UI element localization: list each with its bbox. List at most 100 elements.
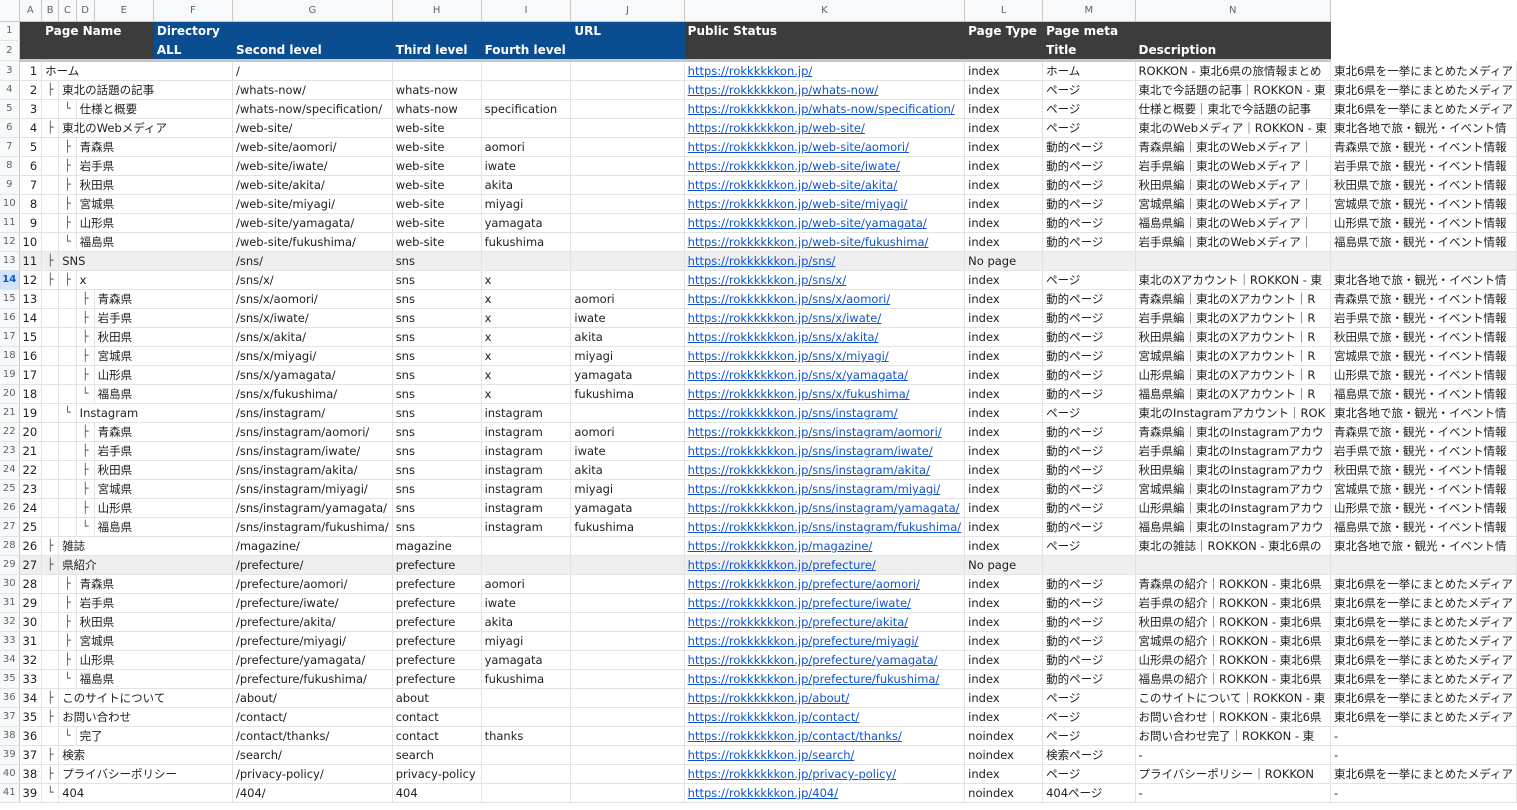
url-link[interactable]: https://rokkkkkkon.jp/web-site/yamagata/ — [688, 216, 927, 230]
cell-meta-description[interactable]: - — [1330, 745, 1517, 765]
row-number[interactable]: 37 — [0, 707, 20, 727]
row-number[interactable]: 19 — [0, 365, 20, 385]
cell-second-level[interactable]: web-site — [392, 213, 482, 233]
cell-meta-description[interactable]: - — [1330, 783, 1517, 803]
cell-meta-title[interactable]: 山形県編｜東北のXアカウント｜R — [1135, 365, 1331, 385]
cell-meta-title[interactable]: お問い合わせ完了｜ROKKON - 東 — [1135, 726, 1331, 746]
cell-second-level[interactable]: sns — [392, 365, 482, 385]
cell-second-level[interactable]: privacy-policy — [392, 764, 482, 784]
cell-index[interactable]: 24 — [19, 498, 43, 518]
cell-dir-all[interactable]: /prefecture/miyagi/ — [232, 631, 393, 651]
cell-url[interactable]: https://rokkkkkkon.jp/sns/instagram/miya… — [684, 479, 966, 499]
cell-page-type[interactable]: 動的ページ — [1042, 593, 1136, 613]
cell-meta-description[interactable]: 山形県で旅・観光・イベント情報 — [1330, 365, 1517, 385]
cell-fourth-level[interactable]: iwate — [570, 308, 685, 328]
url-link[interactable]: https://rokkkkkkon.jp/web-site/iwate/ — [688, 159, 900, 173]
cell-page-name[interactable]: ホーム — [41, 60, 233, 81]
cell-public-status[interactable]: index — [964, 441, 1044, 461]
cell-meta-description[interactable]: 青森県で旅・観光・イベント情報 — [1330, 137, 1517, 157]
cell-meta-title[interactable]: 仕様と概要｜東北で今話題の記事 — [1135, 99, 1331, 119]
cell-fourth-level[interactable] — [570, 555, 685, 575]
cell-third-level[interactable]: x — [481, 270, 572, 290]
row-number[interactable]: 14 — [0, 270, 20, 290]
cell-page-name[interactable]: 404 — [58, 783, 233, 803]
cell-page-type[interactable]: ページ — [1042, 688, 1136, 708]
cell-second-level[interactable]: magazine — [392, 536, 482, 556]
url-link[interactable]: https://rokkkkkkon.jp/sns/x/akita/ — [688, 330, 879, 344]
cell-meta-description[interactable]: 東北各地で旅・観光・イベント情 — [1330, 270, 1517, 290]
row-number[interactable]: 41 — [0, 783, 20, 803]
cell-public-status[interactable]: index — [964, 669, 1044, 689]
cell-meta-title[interactable]: 青森県編｜東北のXアカウント｜R — [1135, 289, 1331, 309]
cell-second-level[interactable]: whats-now — [392, 99, 482, 119]
cell-page-name[interactable]: お問い合わせ — [58, 707, 233, 727]
cell-second-level[interactable]: contact — [392, 707, 482, 727]
cell-page-name[interactable]: 山形県 — [94, 498, 233, 518]
cell-fourth-level[interactable]: aomori — [570, 289, 685, 309]
cell-page-name[interactable]: 山形県 — [76, 213, 233, 233]
cell-third-level[interactable] — [481, 707, 572, 727]
cell-dir-all[interactable]: /sns/x/miyagi/ — [232, 346, 393, 366]
cell-public-status[interactable]: noindex — [964, 783, 1044, 803]
cell-public-status[interactable]: No page — [964, 251, 1044, 271]
cell-third-level[interactable]: yamagata — [481, 650, 572, 670]
cell-third-level[interactable]: x — [481, 365, 572, 385]
column-header[interactable]: D — [76, 0, 95, 22]
cell-index[interactable]: 31 — [19, 631, 43, 651]
row-number[interactable]: 6 — [0, 118, 20, 138]
cell-public-status[interactable]: index — [964, 346, 1044, 366]
row-number[interactable]: 22 — [0, 422, 20, 442]
cell-fourth-level[interactable] — [570, 764, 685, 784]
cell-meta-title[interactable]: 東北のWebメディア｜ROKKON - 東 — [1135, 118, 1331, 138]
cell-meta-description[interactable]: 東北6県を一挙にまとめたメディア — [1330, 707, 1517, 727]
cell-page-type[interactable]: 動的ページ — [1042, 384, 1136, 404]
url-link[interactable]: https://rokkkkkkon.jp/sns/instagram/fuku… — [688, 520, 962, 534]
cell-meta-title[interactable]: 東北で今話題の記事｜ROKKON - 東 — [1135, 80, 1331, 100]
cell-url[interactable]: https://rokkkkkkon.jp/sns/x/ — [684, 270, 966, 290]
cell-dir-all[interactable]: /sns/instagram/ — [232, 403, 393, 423]
column-header[interactable]: I — [481, 0, 572, 22]
url-link[interactable]: https://rokkkkkkon.jp/sns/instagram/yama… — [688, 501, 960, 515]
cell-second-level[interactable]: sns — [392, 384, 482, 404]
cell-dir-all[interactable]: /sns/x/ — [232, 270, 393, 290]
cell-index[interactable]: 7 — [19, 175, 43, 195]
row-number[interactable]: 4 — [0, 80, 20, 100]
cell-meta-title[interactable]: 山形県の紹介｜ROKKON - 東北6県 — [1135, 650, 1331, 670]
cell-second-level[interactable]: prefecture — [392, 612, 482, 632]
cell-fourth-level[interactable] — [570, 118, 685, 138]
cell-second-level[interactable]: prefecture — [392, 574, 482, 594]
cell-index[interactable]: 15 — [19, 327, 43, 347]
cell-third-level[interactable]: instagram — [481, 422, 572, 442]
cell-url[interactable]: https://rokkkkkkon.jp/about/ — [684, 688, 966, 708]
cell-second-level[interactable]: sns — [392, 251, 482, 271]
cell-page-type[interactable]: ページ — [1042, 403, 1136, 423]
cell-third-level[interactable]: akita — [481, 175, 572, 195]
cell-dir-all[interactable]: /contact/thanks/ — [232, 726, 393, 746]
cell-dir-all[interactable]: /whats-now/ — [232, 80, 393, 100]
cell-public-status[interactable]: index — [964, 175, 1044, 195]
header-cell[interactable] — [19, 40, 154, 62]
url-link[interactable]: https://rokkkkkkon.jp/prefecture/miyagi/ — [688, 634, 919, 648]
cell-index[interactable]: 2 — [19, 80, 43, 100]
column-header[interactable]: N — [1135, 0, 1331, 22]
cell-url[interactable]: https://rokkkkkkon.jp/whats-now/ — [684, 80, 966, 100]
cell-page-type[interactable]: 動的ページ — [1042, 175, 1136, 195]
cell-public-status[interactable]: index — [964, 688, 1044, 708]
cell-meta-description[interactable] — [1330, 251, 1517, 271]
cell-index[interactable]: 35 — [19, 707, 43, 727]
header-page-type[interactable]: Page Type — [964, 21, 1044, 41]
cell-dir-all[interactable]: / — [232, 60, 393, 81]
cell-meta-description[interactable]: 東北6県を一挙にまとめたメディア — [1330, 688, 1517, 708]
cell-third-level[interactable]: instagram — [481, 479, 572, 499]
cell-meta-description[interactable]: 東北各地で旅・観光・イベント情 — [1330, 118, 1517, 138]
cell-meta-title[interactable]: 宮城県編｜東北のInstagramアカウ — [1135, 479, 1331, 499]
cell-public-status[interactable]: index — [964, 137, 1044, 157]
cell-third-level[interactable]: yamagata — [481, 213, 572, 233]
cell-fourth-level[interactable]: aomori — [570, 422, 685, 442]
cell-third-level[interactable]: specification — [481, 99, 572, 119]
cell-third-level[interactable]: instagram — [481, 498, 572, 518]
cell-public-status[interactable]: index — [964, 327, 1044, 347]
header-title[interactable]: Title — [1042, 40, 1136, 62]
cell-meta-description[interactable]: - — [1330, 726, 1517, 746]
url-link[interactable]: https://rokkkkkkon.jp/prefecture/iwate/ — [688, 596, 911, 610]
